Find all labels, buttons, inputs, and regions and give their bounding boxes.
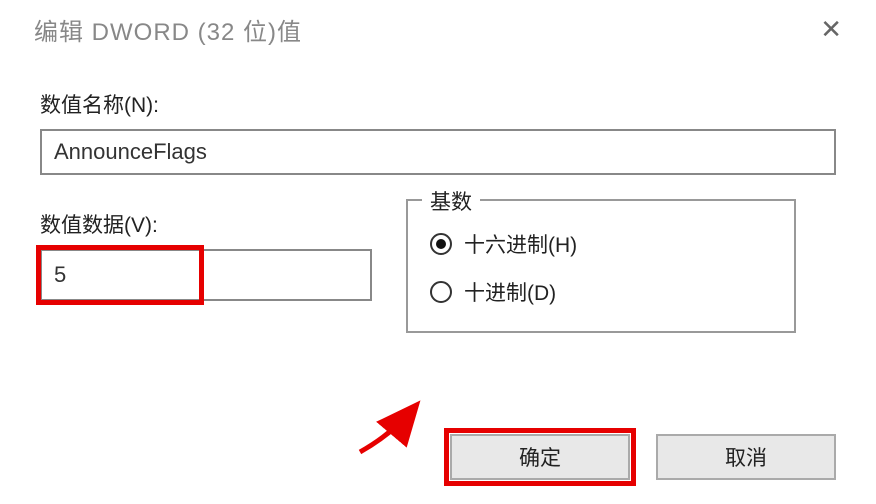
- value-name-input[interactable]: AnnounceFlags: [40, 129, 836, 175]
- ok-button[interactable]: 确定: [450, 434, 630, 480]
- ok-button-label: 确定: [519, 442, 561, 472]
- base-groupbox: 基数 十六进制(H) 十进制(D): [406, 199, 796, 333]
- cancel-button[interactable]: 取消: [656, 434, 836, 480]
- dialog-title: 编辑 DWORD (32 位)值: [34, 12, 302, 47]
- cancel-button-label: 取消: [725, 442, 767, 472]
- close-icon[interactable]: ✕: [814, 14, 848, 45]
- button-row: 确定 取消: [450, 434, 836, 480]
- radio-dec-indicator: [430, 281, 452, 303]
- radio-dec-label: 十进制(D): [464, 277, 556, 307]
- radio-hex-indicator: [430, 233, 452, 255]
- value-name-label: 数值名称(N):: [40, 89, 836, 119]
- annotation-arrow-icon: [352, 394, 432, 464]
- radio-hex[interactable]: 十六进制(H): [430, 229, 772, 259]
- radio-hex-label: 十六进制(H): [464, 229, 577, 259]
- dialog-content: 数值名称(N): AnnounceFlags 数值数据(V): 5 基数 十六进…: [0, 55, 876, 333]
- value-data-label: 数值数据(V):: [40, 209, 372, 239]
- value-data-input[interactable]: 5: [40, 249, 372, 301]
- value-name-text: AnnounceFlags: [54, 139, 207, 165]
- radio-dec[interactable]: 十进制(D): [430, 277, 772, 307]
- base-legend: 基数: [422, 186, 480, 216]
- title-bar: 编辑 DWORD (32 位)值 ✕: [0, 0, 876, 55]
- value-data-text: 5: [54, 262, 66, 288]
